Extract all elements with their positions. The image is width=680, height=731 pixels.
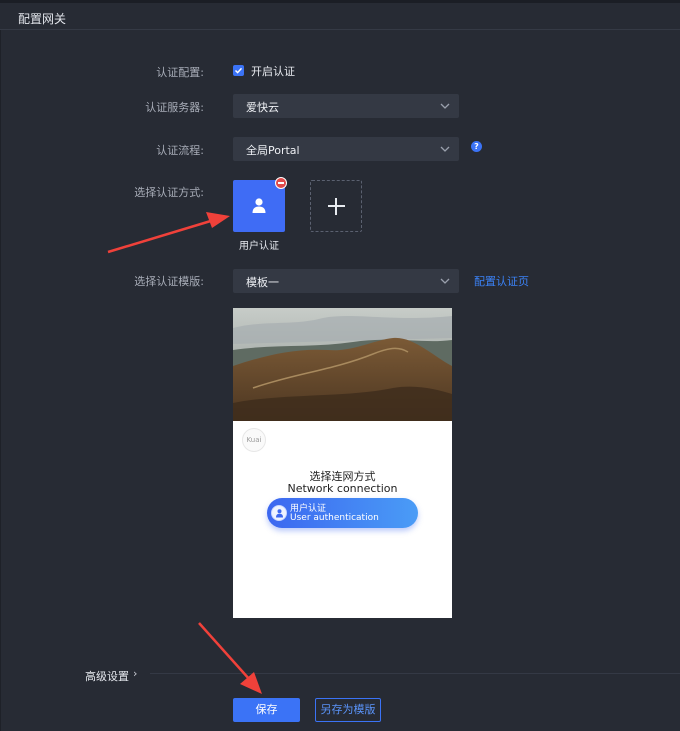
auth-flow-value: 全局Portal — [246, 144, 300, 157]
auth-method-label: 选择认证方式: — [134, 186, 204, 199]
chevron-down-icon — [440, 103, 450, 109]
portal-preview: Kuai 选择连网方式 Network connection 用户认证 User… — [233, 308, 452, 618]
user-auth-caption: 用户认证 — [239, 241, 279, 252]
enable-auth-label[interactable]: 开启认证 — [251, 63, 295, 79]
user-icon — [252, 198, 266, 213]
user-icon — [271, 505, 287, 521]
panel-title: 配置网关 — [18, 12, 67, 26]
auth-template-label: 选择认证模版: — [134, 275, 204, 288]
kuai-logo: Kuai — [242, 428, 266, 452]
chevron-down-icon — [440, 278, 450, 284]
auth-flow-select[interactable]: 全局Portal — [233, 137, 459, 161]
advanced-settings-toggle[interactable]: 高级设置 — [85, 668, 129, 684]
divider — [150, 673, 680, 674]
minus-circle-icon[interactable] — [275, 177, 287, 189]
auth-template-value: 模板一 — [246, 276, 279, 289]
preview-user-auth-button: 用户认证 User authentication — [267, 498, 418, 528]
add-auth-method-button[interactable] — [310, 180, 362, 232]
preview-button-en: User authentication — [290, 513, 379, 523]
mountain-photo — [233, 308, 452, 421]
check-icon — [234, 67, 243, 74]
panel-header: 配置网关 — [0, 3, 680, 30]
save-button[interactable]: 保存 — [233, 698, 300, 722]
arrow-to-auth-card — [107, 212, 230, 254]
arrow-to-save-button — [198, 622, 262, 694]
save-as-template-button[interactable]: 另存为模版 — [315, 698, 381, 722]
left-edge — [0, 30, 1, 731]
enable-auth-checkbox[interactable] — [233, 65, 244, 76]
auth-flow-label: 认证流程: — [156, 144, 204, 157]
auth-server-select[interactable]: 爱快云 — [233, 94, 459, 118]
auth-server-value: 爱快云 — [246, 101, 279, 114]
chevron-right-icon[interactable]: › — [133, 667, 137, 680]
configure-auth-page-link[interactable]: 配置认证页 — [474, 273, 529, 289]
auth-config-label: 认证配置: — [156, 66, 204, 79]
chevron-down-icon — [440, 146, 450, 152]
preview-title-en: Network connection — [287, 482, 398, 495]
auth-server-label: 认证服务器: — [145, 101, 204, 114]
question-circle-icon[interactable]: ? — [471, 141, 482, 152]
auth-template-select[interactable]: 模板一 — [233, 269, 459, 293]
